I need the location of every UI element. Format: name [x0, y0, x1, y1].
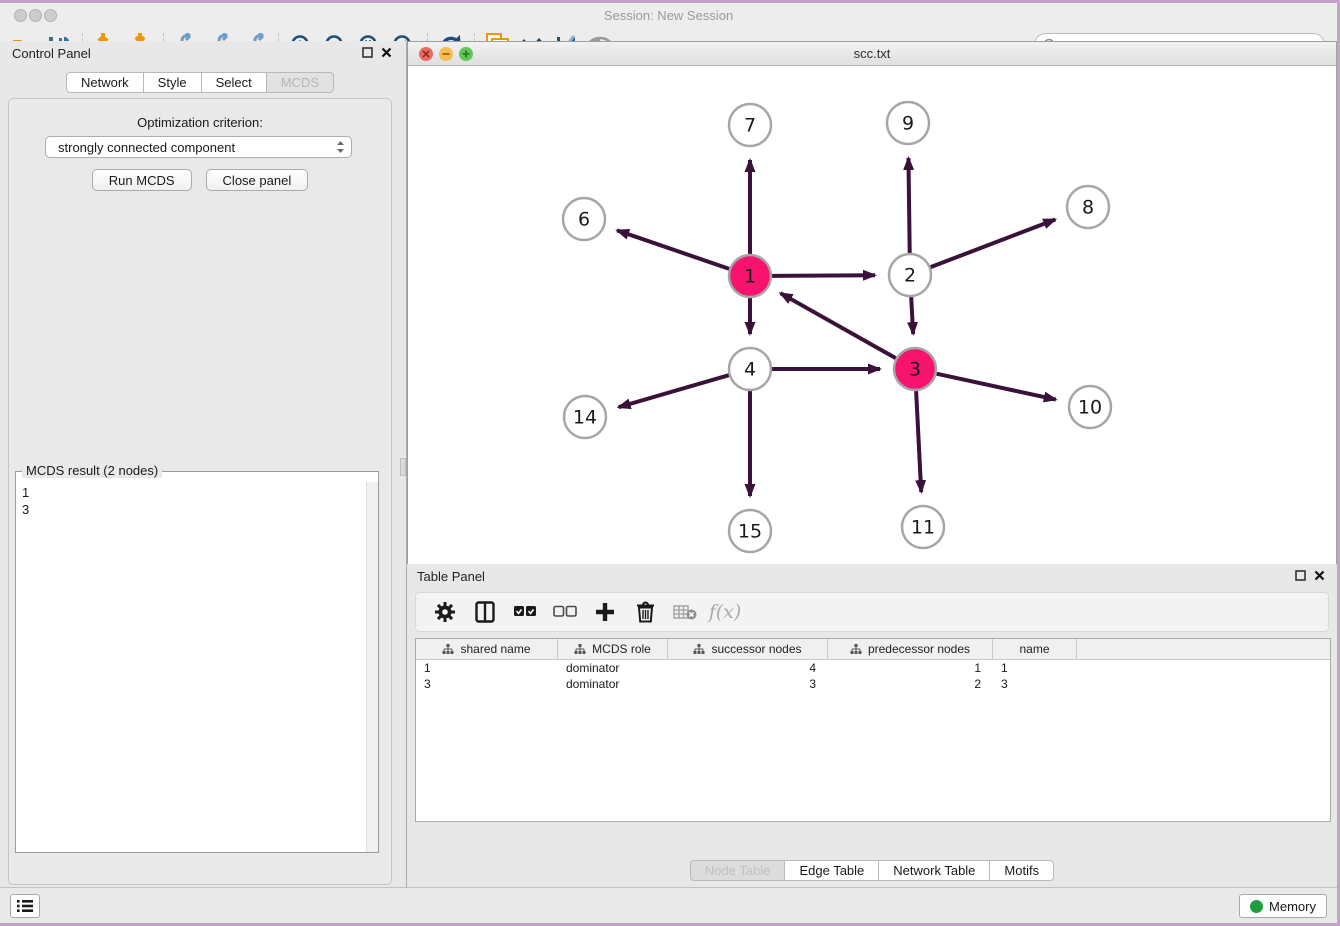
network-window-titlebar[interactable]: scc.txt: [408, 42, 1336, 66]
delete-trash-icon[interactable]: [632, 597, 658, 627]
control-panel-tabs: Network Style Select MCDS: [0, 72, 400, 93]
graph-node-label-7: 7: [744, 115, 756, 137]
tab-network-table[interactable]: Network Table: [879, 860, 990, 881]
hierarchy-icon: [574, 644, 586, 655]
table-panel: Table Panel: [407, 564, 1337, 887]
result-scrollbar[interactable]: [366, 482, 378, 852]
memory-status-icon: [1250, 900, 1263, 913]
control-panel-title: Control Panel: [12, 46, 91, 61]
network-canvas[interactable]: 1 2 3 4 6 7 8 9 10 11 14 15: [408, 67, 1336, 574]
window-title: Session: New Session: [0, 8, 1337, 23]
tab-mcds[interactable]: MCDS: [267, 72, 334, 93]
criterion-value: strongly connected component: [58, 140, 336, 155]
column-header-predecessor-nodes[interactable]: predecessor nodes: [828, 639, 993, 659]
node-table: shared name MCDS role successor nodes pr…: [415, 638, 1331, 822]
network-view-window: scc.txt 1 2 3 4 6 7 8 9 10 11 14 15: [407, 41, 1337, 575]
mcds-result-text[interactable]: 1 3: [16, 482, 378, 852]
mcds-result-box: MCDS result (2 nodes) 1 3: [15, 471, 379, 853]
vertical-splitter[interactable]: [400, 41, 407, 887]
hierarchy-icon: [442, 644, 454, 655]
tab-edge-table[interactable]: Edge Table: [785, 860, 879, 881]
tab-motifs[interactable]: Motifs: [990, 860, 1054, 881]
graph-node-label-1: 1: [744, 266, 756, 288]
columns-icon[interactable]: [472, 597, 498, 627]
graph-node-label-14: 14: [573, 407, 597, 429]
graph-edge-2-3[interactable]: [911, 297, 913, 334]
result-line: 3: [22, 501, 378, 518]
graph-node-label-6: 6: [578, 209, 590, 231]
table-tabs: Node Table Edge Table Network Table Moti…: [407, 860, 1337, 881]
graph-edge-1-6[interactable]: [617, 230, 729, 268]
graph-node-label-11: 11: [911, 517, 935, 539]
graph-edge-3-1[interactable]: [780, 293, 895, 358]
table-row[interactable]: 1 dominator 4 1 1: [416, 660, 1330, 676]
select-all-icon[interactable]: [512, 597, 538, 627]
graph-node-label-8: 8: [1082, 197, 1094, 219]
table-toolbar: f(x): [415, 592, 1329, 632]
task-history-button[interactable]: [10, 894, 40, 918]
hierarchy-icon: [693, 644, 705, 655]
optimization-criterion-label: Optimization criterion:: [9, 115, 391, 130]
graph-node-label-4: 4: [744, 359, 756, 381]
column-header-shared-name[interactable]: shared name: [416, 639, 558, 659]
control-panel: Control Panel Network Style Select MCDS …: [0, 41, 400, 887]
float-panel-icon[interactable]: [362, 47, 373, 58]
table-panel-title: Table Panel: [417, 569, 485, 584]
tab-node-table[interactable]: Node Table: [690, 860, 786, 881]
mcds-result-title: MCDS result (2 nodes): [22, 463, 162, 478]
graph-node-label-9: 9: [902, 113, 914, 135]
deselect-all-icon[interactable]: [552, 597, 578, 627]
graph-edge-3-10[interactable]: [936, 374, 1055, 400]
column-header-mcds-role[interactable]: MCDS role: [558, 639, 668, 659]
column-header-name[interactable]: name: [993, 639, 1077, 659]
table-row[interactable]: 3 dominator 3 2 3: [416, 676, 1330, 692]
chevron-up-down-icon: [336, 140, 345, 154]
application-window: Session: New Session: [0, 3, 1337, 923]
splitter-handle[interactable]: [400, 458, 406, 476]
column-header-successor-nodes[interactable]: successor nodes: [668, 639, 828, 659]
close-panel-button[interactable]: Close panel: [206, 169, 309, 191]
table-header-row: shared name MCDS role successor nodes pr…: [416, 639, 1330, 660]
tab-network[interactable]: Network: [66, 72, 144, 93]
graph-node-label-15: 15: [738, 521, 762, 543]
network-graph: 1 2 3 4 6 7 8 9 10 11 14 15: [408, 67, 1336, 575]
graph-edge-4-14[interactable]: [619, 375, 729, 407]
graph-edge-1-2[interactable]: [772, 275, 875, 276]
list-icon: [16, 899, 34, 913]
graph-edge-2-8[interactable]: [931, 219, 1056, 267]
gear-icon[interactable]: [432, 597, 458, 627]
criterion-dropdown[interactable]: strongly connected component: [45, 136, 352, 158]
title-bar: Session: New Session: [0, 3, 1337, 28]
graph-node-label-3: 3: [909, 359, 921, 381]
close-panel-icon[interactable]: [1314, 570, 1325, 581]
graph-node-label-10: 10: [1078, 397, 1102, 419]
result-line: 1: [22, 484, 378, 501]
graph-node-label-2: 2: [904, 265, 916, 287]
function-builder-icon: f(x): [712, 597, 738, 627]
close-panel-icon[interactable]: [381, 47, 392, 58]
delete-table-icon: [672, 597, 698, 627]
memory-button[interactable]: Memory: [1239, 894, 1327, 918]
float-panel-icon[interactable]: [1295, 570, 1306, 581]
hierarchy-icon: [850, 644, 862, 655]
tab-select[interactable]: Select: [202, 72, 267, 93]
graph-edge-3-11[interactable]: [916, 391, 921, 492]
add-column-icon[interactable]: [592, 597, 618, 627]
control-panel-header: Control Panel: [0, 41, 400, 65]
mcds-panel: Optimization criterion: strongly connect…: [8, 98, 392, 885]
run-mcds-button[interactable]: Run MCDS: [92, 169, 192, 191]
graph-edge-2-9[interactable]: [908, 158, 909, 253]
network-view-title: scc.txt: [408, 46, 1336, 61]
status-bar: Memory: [0, 887, 1337, 923]
tab-style[interactable]: Style: [144, 72, 202, 93]
